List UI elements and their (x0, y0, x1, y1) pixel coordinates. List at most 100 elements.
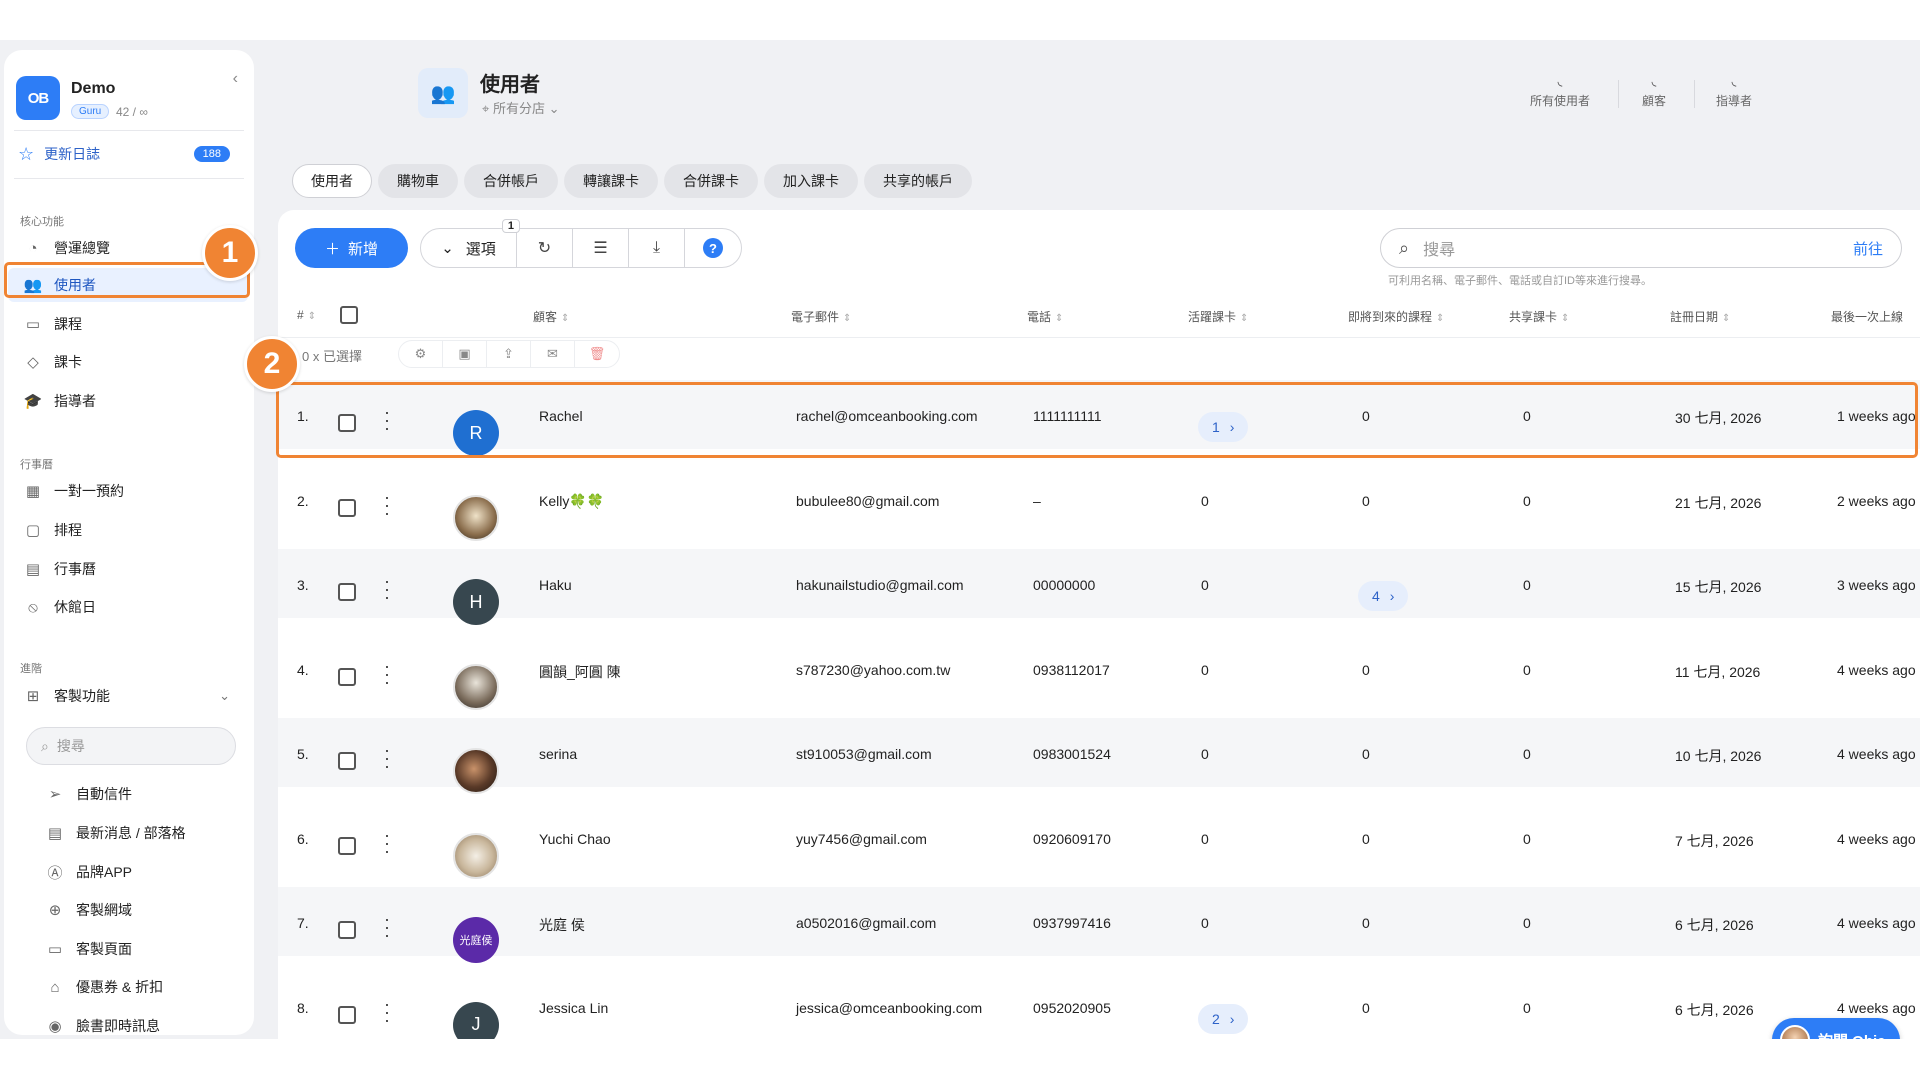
customer-email: a0502016@gmail.com (796, 915, 937, 931)
column-header-number[interactable]: # ⇕ (297, 308, 316, 322)
column-header-active-passes[interactable]: 活躍課卡 ⇕ (1188, 308, 1248, 325)
more-options-icon[interactable]: · · · (384, 826, 390, 860)
sidebar-item-schedule[interactable]: ▢ 排程 (8, 513, 248, 547)
column-header-email[interactable]: 電子郵件 ⇕ (791, 308, 851, 325)
row-checkbox[interactable] (338, 1005, 356, 1024)
column-header-last-online[interactable]: 最後一次上線 (1831, 308, 1903, 325)
active-passes-count: 0 (1201, 830, 1209, 847)
sidebar-item-brand-app[interactable]: Ⓐ 品牌APP (8, 855, 248, 889)
sidebar-item-auto-emails[interactable]: ➢ 自動信件 (8, 777, 248, 811)
bulk-settings-icon[interactable]: ⚙ (399, 341, 443, 367)
sidebar: OB Demo Guru 42 / ∞ ‹ ☆ 更新日誌 188 核心功能 ◔ 營… (4, 50, 254, 1035)
row-checkbox[interactable] (338, 498, 356, 517)
add-user-button[interactable]: ＋新增 (295, 228, 408, 268)
sidebar-item-custom-domain[interactable]: ⊕ 客製網域 (8, 893, 248, 927)
sidebar-item-news-blog[interactable]: ▤ 最新消息 / 部落格 (8, 816, 248, 850)
customer-name[interactable]: Yuchi Chao (539, 831, 611, 847)
table-row[interactable]: 3. · · · H Haku hakunailstudio@gmail.com 0… (278, 549, 1920, 625)
tab-merge-passes[interactable]: 合併課卡 (664, 164, 758, 198)
column-header-shared-passes[interactable]: 共享課卡 ⇕ (1509, 308, 1569, 325)
ask-obie-button[interactable]: 詢問 Obie (1772, 1018, 1900, 1039)
bulk-share-icon[interactable]: ⇪ (487, 341, 531, 367)
changelog-link[interactable]: ☆ 更新日誌 188 (14, 136, 244, 172)
table-row[interactable]: 4. · · · 圓韻_阿圓 陳 s787230@yahoo.com.tw 0938… (278, 634, 1920, 710)
sidebar-item-closed-days[interactable]: ⦸ 休館日 (8, 590, 248, 624)
search-go-button[interactable]: 前往 (1853, 238, 1883, 259)
bulk-archive-icon[interactable]: ▣ (443, 341, 487, 367)
tab-shared-accounts[interactable]: 共享的帳戶 (864, 164, 972, 198)
more-options-icon[interactable]: · · · (384, 910, 390, 944)
options-dropdown[interactable]: ⌄ 選項 1 (421, 219, 520, 267)
customer-name[interactable]: Haku (539, 577, 572, 593)
bulk-delete-icon[interactable]: 🗑 (575, 341, 619, 367)
customer-name[interactable]: Jessica Lin (539, 1000, 608, 1016)
last-online: 4 weeks ago (1837, 661, 1916, 678)
sidebar-item-instructors[interactable]: 🎓 指導者 (8, 384, 248, 418)
more-options-icon[interactable]: · · · (384, 488, 390, 522)
users-icon: 👥 (418, 68, 468, 118)
customer-name[interactable]: 圓韻_阿圓 陳 (539, 662, 621, 682)
row-number: 3. (297, 577, 309, 593)
registered-date: 11 七月, 2026 (1675, 663, 1761, 680)
table-row[interactable]: 8. · · · J Jessica Lin jessica@omceanbooki… (278, 972, 1920, 1039)
customer-name[interactable]: serina (539, 746, 577, 762)
row-checkbox[interactable] (338, 583, 356, 601)
customer-email: bubulee80@gmail.com (796, 492, 940, 509)
location-selector[interactable]: ⌖ 所有分店 ⌄ (482, 98, 559, 117)
calendar-icon: ▢ (25, 522, 41, 539)
stat-all-users[interactable]: ◟ 所有使用者 (1530, 74, 1590, 109)
collapse-sidebar-icon[interactable]: ‹ (233, 70, 238, 88)
row-checkbox[interactable] (338, 836, 356, 855)
sidebar-item-coupons[interactable]: ⌂ 優惠券 & 折扣 (8, 970, 248, 1004)
table-row[interactable]: 2. · · · Kelly🍀🍀 bubulee80@gmail.com – 0 0… (278, 465, 1920, 541)
assistant-avatar (1780, 1025, 1810, 1039)
sidebar-item-one-on-one[interactable]: ▦ 一對一預約 (8, 474, 248, 508)
row-checkbox[interactable] (338, 667, 356, 686)
tab-transfer-passes[interactable]: 轉讓課卡 (564, 164, 658, 198)
tab-cart[interactable]: 購物車 (378, 164, 458, 198)
more-options-icon[interactable]: · · · (384, 741, 390, 775)
select-all-checkbox[interactable] (340, 306, 358, 324)
sidebar-item-passes[interactable]: ◇ 課卡 (8, 345, 248, 379)
customer-name[interactable]: Kelly🍀🍀 (539, 493, 604, 510)
refresh-button[interactable]: ↻ (517, 229, 573, 267)
column-header-upcoming-classes[interactable]: 即將到來的課程 ⇕ (1348, 308, 1444, 325)
table-row[interactable]: 6. · · · Yuchi Chao yuy7456@gmail.com 0920… (278, 803, 1920, 879)
sidebar-item-custom-features[interactable]: ⊞ 客製功能 ⌄ (8, 679, 248, 713)
sidebar-search-input[interactable]: ⌕ 搜尋 (26, 727, 236, 765)
column-header-phone[interactable]: 電話 ⇕ (1027, 308, 1063, 325)
sidebar-item-messenger[interactable]: ◉ 臉書即時訊息 (8, 1009, 248, 1035)
active-passes-link[interactable]: 2 › (1198, 1003, 1249, 1034)
registered-date: 7 七月, 2026 (1675, 832, 1754, 849)
tab-users[interactable]: 使用者 (292, 164, 372, 198)
user-search-input[interactable]: ⌕ 搜尋 前往 (1380, 228, 1902, 268)
tab-add-passes[interactable]: 加入課卡 (764, 164, 858, 198)
more-options-icon[interactable]: · · · (384, 995, 390, 1029)
sidebar-item-calendar[interactable]: ▤ 行事曆 (8, 552, 248, 586)
customer-name[interactable]: 光庭 侯 (539, 915, 585, 935)
stat-instructors[interactable]: ◟ 指導者 (1716, 74, 1752, 109)
brand-header[interactable]: OB Demo Guru 42 / ∞ (10, 68, 250, 120)
table-toolbar: ⌄ 選項 1 ↻ ☰ ⤓ ? (420, 219, 742, 268)
more-options-icon[interactable]: · · · (384, 657, 390, 691)
registered-date: 6 七月, 2026 (1675, 1001, 1754, 1018)
table-row[interactable]: 5. · · · serina st910053@gmail.com 0983001… (278, 718, 1920, 794)
sidebar-item-custom-pages[interactable]: ▭ 客製頁面 (8, 932, 248, 966)
row-checkbox[interactable] (338, 752, 356, 770)
filter-button[interactable]: ☰ (573, 229, 629, 267)
tab-bar: 使用者 購物車 合併帳戶 轉讓課卡 合併課卡 加入課卡 共享的帳戶 (292, 164, 972, 200)
row-checkbox[interactable] (338, 921, 356, 939)
upcoming-classes-link[interactable]: 4 › (1358, 581, 1409, 611)
stat-customers[interactable]: ◟ 顧客 (1642, 74, 1666, 109)
customer-phone: 0952020905 (1033, 999, 1111, 1016)
help-button[interactable]: ? (685, 229, 741, 267)
tab-merge-accounts[interactable]: 合併帳戶 (464, 164, 558, 198)
calendar-grid-icon: ▤ (25, 561, 41, 578)
table-row[interactable]: 7. · · · 光庭侯 光庭 侯 a0502016@gmail.com 09379… (278, 887, 1920, 963)
bulk-email-icon[interactable]: ✉ (531, 341, 575, 367)
more-options-icon[interactable]: · · · (384, 572, 390, 606)
export-button[interactable]: ⤓ (629, 229, 685, 267)
column-header-registered[interactable]: 註冊日期 ⇕ (1670, 308, 1730, 325)
column-header-customer[interactable]: 顧客 ⇕ (533, 308, 569, 325)
sidebar-item-courses[interactable]: ▭ 課程 (8, 307, 248, 341)
